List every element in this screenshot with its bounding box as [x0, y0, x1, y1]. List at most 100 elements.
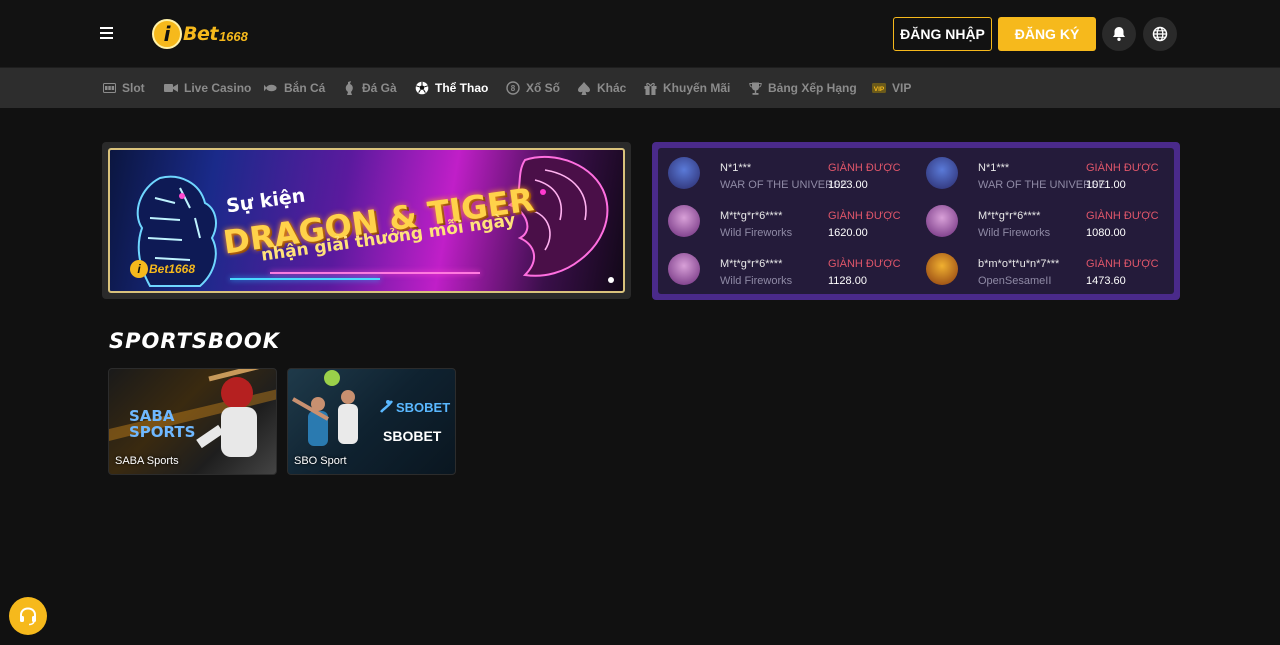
nav-item-vip[interactable]: VIP VIP	[872, 68, 911, 108]
winner-game: OpenSesameII	[978, 275, 1052, 287]
logo-mark: i	[152, 19, 182, 49]
game-avatar	[668, 205, 700, 237]
winner-game: Wild Fireworks	[720, 275, 793, 287]
fish-icon	[264, 81, 278, 95]
winner-amount: 1620.00	[828, 227, 868, 239]
winner-row: N*1*** WAR OF THE UNIVERSE GIÀNH ĐƯỢC 10…	[658, 151, 908, 191]
winner-label: GIÀNH ĐƯỢC	[828, 162, 901, 174]
nav-label: Đá Gà	[362, 81, 397, 95]
winner-label: GIÀNH ĐƯỢC	[1086, 258, 1159, 270]
gift-icon	[643, 81, 657, 95]
notification-button[interactable]	[1102, 17, 1136, 51]
trophy-icon	[748, 81, 762, 95]
card-label: SBO Sport	[294, 455, 347, 467]
register-button[interactable]: ĐĂNG KÝ	[998, 17, 1096, 51]
top-header: i Bet 1668 ĐĂNG NHẬP ĐĂNG KÝ	[0, 0, 1280, 68]
winner-label: GIÀNH ĐƯỢC	[1086, 162, 1159, 174]
winner-game: Wild Fireworks	[720, 227, 793, 239]
winner-label: GIÀNH ĐƯỢC	[828, 258, 901, 270]
nav-item-live-casino[interactable]: Live Casino	[164, 68, 251, 108]
game-avatar	[926, 253, 958, 285]
winner-game: Wild Fireworks	[978, 227, 1051, 239]
nav-item-ban-ca[interactable]: Bắn Cá	[264, 68, 325, 108]
winner-row: N*1*** WAR OF THE UNIVERSE GIÀNH ĐƯỢC 10…	[916, 151, 1166, 191]
promo-banner-carousel[interactable]: Sự kiện DRAGON & TIGER nhận giải thưởng …	[102, 142, 631, 299]
winner-amount: 1473.60	[1086, 275, 1126, 287]
game-avatar	[926, 157, 958, 189]
game-avatar	[926, 205, 958, 237]
bell-icon	[1113, 27, 1125, 41]
neon-line	[270, 272, 480, 274]
nav-label: Live Casino	[184, 81, 252, 95]
category-nav: Slot Live Casino Bắn Cá Đá Gà Thể Thao 8…	[0, 68, 1280, 108]
promo-banner[interactable]: Sự kiện DRAGON & TIGER nhận giải thưởng …	[108, 148, 625, 293]
logo-text: Bet	[183, 23, 218, 45]
support-chat-button[interactable]	[9, 597, 47, 635]
nav-label: Bắn Cá	[284, 81, 326, 95]
sbobet-runner-icon	[380, 400, 394, 413]
sbobet-logo: SBOBET	[378, 399, 450, 415]
winner-name: b*m*o*t*u*n*7***	[978, 258, 1060, 270]
winner-label: GIÀNH ĐƯỢC	[828, 210, 901, 222]
winner-name: M*t*g*r*6****	[978, 210, 1041, 222]
nav-label: Bảng Xếp Hạng	[768, 81, 857, 95]
saba-brand-bottom: SPORTS	[129, 423, 196, 441]
winners-list: N*1*** WAR OF THE UNIVERSE GIÀNH ĐƯỢC 10…	[658, 148, 1174, 294]
site-logo[interactable]: i Bet 1668	[152, 17, 248, 51]
winner-amount: 1080.00	[1086, 227, 1126, 239]
lottery-icon: 8	[506, 81, 520, 95]
soccer-ball-icon	[415, 81, 429, 95]
sportsbook-title: SPORTSBOOK	[109, 329, 281, 353]
svg-text:8: 8	[511, 84, 516, 93]
winner-name: N*1***	[978, 162, 1010, 174]
nav-label: Slot	[122, 81, 145, 95]
saba-sports-card[interactable]: SABA SPORTS SABA Sports	[108, 368, 277, 475]
sbo-sport-card[interactable]: SBOBET SBOBET SBO Sport	[287, 368, 456, 475]
nav-item-slot[interactable]: Slot	[102, 68, 145, 108]
rooster-icon	[342, 81, 356, 95]
winner-amount: 1023.00	[828, 179, 868, 191]
nav-item-the-thao[interactable]: Thể Thao	[415, 68, 488, 108]
winner-name: M*t*g*r*6****	[720, 258, 783, 270]
spade-icon	[577, 81, 591, 95]
globe-icon	[1152, 26, 1168, 42]
banner-logo-text: Bet1668	[149, 262, 196, 276]
nav-item-khuyen-mai[interactable]: Khuyến Mãi	[643, 68, 730, 108]
nav-label: Khác	[597, 81, 627, 95]
login-button[interactable]: ĐĂNG NHẬP	[893, 17, 992, 51]
svg-text:VIP: VIP	[874, 86, 885, 93]
vip-icon: VIP	[872, 81, 886, 95]
winner-name: N*1***	[720, 162, 752, 174]
language-button[interactable]	[1143, 17, 1177, 51]
banner-logo-mark: i	[130, 260, 148, 278]
nav-item-khac[interactable]: Khác	[577, 68, 626, 108]
winner-row: b*m*o*t*u*n*7*** OpenSesameII GIÀNH ĐƯỢC…	[916, 247, 1166, 287]
carousel-dot[interactable]	[608, 277, 614, 283]
game-avatar	[668, 253, 700, 285]
card-label: SABA Sports	[115, 455, 179, 467]
sbobet-brand-bottom: SBOBET	[383, 428, 442, 444]
nav-label: Thể Thao	[435, 81, 489, 95]
winner-amount: 1071.00	[1086, 179, 1126, 191]
headset-icon	[20, 607, 36, 626]
winner-name: M*t*g*r*6****	[720, 210, 783, 222]
camera-icon	[164, 81, 178, 95]
winners-panel: N*1*** WAR OF THE UNIVERSE GIÀNH ĐƯỢC 10…	[652, 142, 1180, 300]
sbobet-brand-top: SBOBET	[396, 399, 451, 415]
winner-amount: 1128.00	[828, 275, 867, 287]
nav-label: Xổ Số	[526, 81, 561, 95]
winner-row: M*t*g*r*6**** Wild Fireworks GIÀNH ĐƯỢC …	[658, 247, 908, 287]
nav-item-bang-xep-hang[interactable]: Bảng Xếp Hạng	[748, 68, 857, 108]
logo-number: 1668	[218, 28, 248, 44]
nav-label: Khuyến Mãi	[663, 81, 731, 95]
slot-icon	[102, 81, 116, 95]
menu-icon[interactable]	[100, 24, 116, 44]
game-avatar	[668, 157, 700, 189]
banner-logo: i Bet1668	[130, 260, 195, 278]
nav-item-da-ga[interactable]: Đá Gà	[342, 68, 397, 108]
winner-row: M*t*g*r*6**** Wild Fireworks GIÀNH ĐƯỢC …	[658, 199, 908, 239]
nav-item-xo-so[interactable]: 8 Xổ Số	[506, 68, 560, 108]
nav-label: VIP	[892, 81, 912, 95]
winner-label: GIÀNH ĐƯỢC	[1086, 210, 1159, 222]
winner-row: M*t*g*r*6**** Wild Fireworks GIÀNH ĐƯỢC …	[916, 199, 1166, 239]
